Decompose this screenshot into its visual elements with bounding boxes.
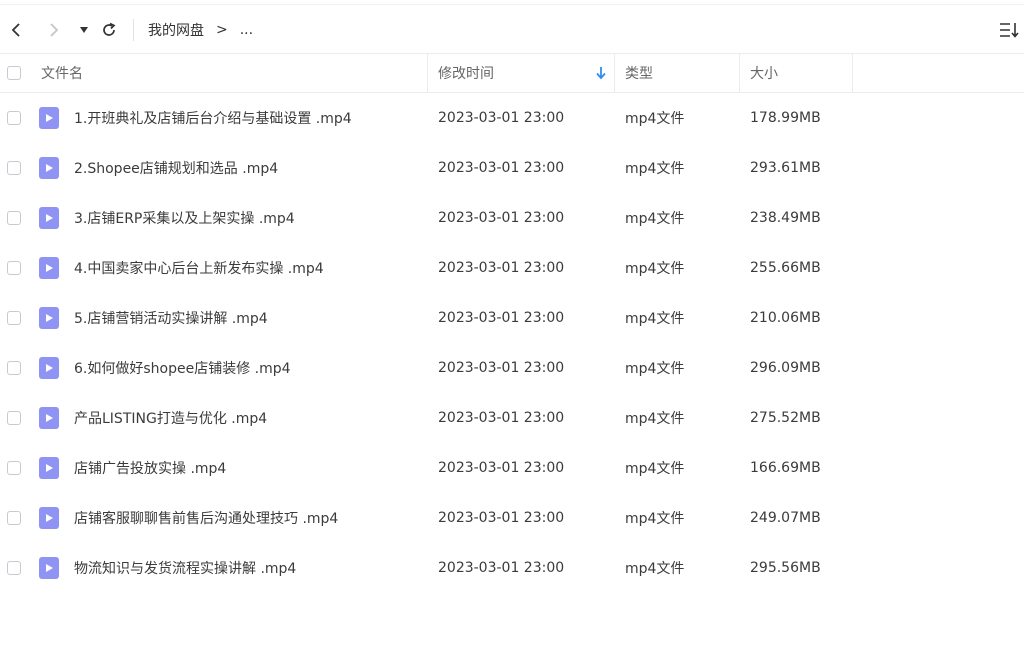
file-size: 255.66MB — [750, 260, 821, 276]
file-row[interactable]: 物流知识与发货流程实操讲解 .mp4 2023-03-01 23:00 mp4文件 2… — [0, 543, 1024, 593]
file-row[interactable]: 3.店铺ERP采集以及上架实操 .mp4 2023-03-01 23:00 mp4文… — [0, 193, 1024, 243]
row-checkbox[interactable] — [7, 493, 21, 543]
breadcrumb-root[interactable]: 我的网盘 — [148, 20, 204, 40]
video-file-icon — [39, 93, 59, 143]
file-size: 295.56MB — [750, 560, 821, 576]
file-name[interactable]: 物流知识与发货流程实操讲解 .mp4 — [74, 543, 296, 593]
file-modified-time: 2023-03-01 23:00 — [438, 360, 565, 376]
video-file-icon — [39, 493, 59, 543]
sort-desc-icon[interactable] — [595, 54, 607, 92]
file-row[interactable]: 店铺客服聊聊售前售后沟通处理技巧 .mp4 2023-03-01 23:00 mp4… — [0, 493, 1024, 543]
file-row[interactable]: 6.如何做好shopee店铺装修 .mp4 2023-03-01 23:00 mp4… — [0, 343, 1024, 393]
column-size[interactable]: 大小 — [750, 54, 778, 92]
column-modified[interactable]: 修改时间 — [438, 54, 494, 92]
breadcrumb-more[interactable]: ... — [240, 22, 253, 38]
caret-down-icon — [80, 27, 88, 33]
file-modified-time: 2023-03-01 23:00 — [438, 510, 565, 526]
column-name[interactable]: 文件名 — [41, 54, 83, 92]
toolbar: 我的网盘 > ... — [0, 4, 1024, 54]
file-modified-time: 2023-03-01 23:00 — [438, 310, 565, 326]
file-row[interactable]: 4.中国卖家中心后台上新发布实操 .mp4 2023-03-01 23:00 mp4… — [0, 243, 1024, 293]
file-row[interactable]: 1.开班典礼及店铺后台介绍与基础设置 .mp4 2023-03-01 23:00 m… — [0, 93, 1024, 143]
file-size: 210.06MB — [750, 310, 821, 326]
refresh-button[interactable] — [98, 5, 120, 55]
video-file-icon — [39, 193, 59, 243]
file-modified-time: 2023-03-01 23:00 — [438, 560, 565, 576]
video-file-icon — [39, 243, 59, 293]
select-all-checkbox[interactable] — [7, 54, 21, 92]
file-type: mp4文件 — [625, 311, 685, 327]
file-size: 238.49MB — [750, 210, 821, 226]
row-checkbox[interactable] — [7, 443, 21, 493]
toolbar-divider — [133, 19, 134, 41]
video-file-icon — [39, 293, 59, 343]
file-size: 178.99MB — [750, 110, 821, 126]
row-checkbox[interactable] — [7, 343, 21, 393]
file-type: mp4文件 — [625, 361, 685, 377]
file-modified-time: 2023-03-01 23:00 — [438, 160, 565, 176]
video-file-icon — [39, 343, 59, 393]
file-name[interactable]: 6.如何做好shopee店铺装修 .mp4 — [74, 343, 291, 393]
row-checkbox[interactable] — [7, 293, 21, 343]
file-modified-time: 2023-03-01 23:00 — [438, 260, 565, 276]
breadcrumb: 我的网盘 > ... — [148, 5, 265, 55]
file-row[interactable]: 2.Shopee店铺规划和选品 .mp4 2023-03-01 23:00 mp4文… — [0, 143, 1024, 193]
video-file-icon — [39, 143, 59, 193]
file-type: mp4文件 — [625, 261, 685, 277]
column-divider — [852, 54, 853, 92]
file-modified-time: 2023-03-01 23:00 — [438, 410, 565, 426]
column-type[interactable]: 类型 — [625, 54, 653, 92]
file-row[interactable]: 产品LISTING打造与优化 .mp4 2023-03-01 23:00 mp4文件… — [0, 393, 1024, 443]
history-dropdown-button[interactable] — [76, 5, 92, 55]
chevron-left-icon — [11, 23, 20, 37]
file-modified-time: 2023-03-01 23:00 — [438, 460, 565, 476]
row-checkbox[interactable] — [7, 543, 21, 593]
video-file-icon — [39, 443, 59, 493]
file-type: mp4文件 — [625, 461, 685, 477]
file-list: 1.开班典礼及店铺后台介绍与基础设置 .mp4 2023-03-01 23:00 m… — [0, 93, 1024, 593]
file-name[interactable]: 店铺客服聊聊售前售后沟通处理技巧 .mp4 — [74, 493, 338, 543]
breadcrumb-separator: > — [216, 22, 228, 38]
column-divider — [614, 54, 615, 92]
file-type: mp4文件 — [625, 211, 685, 227]
file-modified-time: 2023-03-01 23:00 — [438, 110, 565, 126]
back-button[interactable] — [4, 5, 28, 55]
video-file-icon — [39, 393, 59, 443]
file-list-header: 文件名 修改时间 类型 大小 — [0, 54, 1024, 93]
file-name[interactable]: 2.Shopee店铺规划和选品 .mp4 — [74, 143, 278, 193]
refresh-icon — [103, 22, 116, 36]
forward-button[interactable] — [42, 5, 66, 55]
file-row[interactable]: 5.店铺营销活动实操讲解 .mp4 2023-03-01 23:00 mp4文件 21… — [0, 293, 1024, 343]
file-type: mp4文件 — [625, 111, 685, 127]
file-row[interactable]: 店铺广告投放实操 .mp4 2023-03-01 23:00 mp4文件 166.69… — [0, 443, 1024, 493]
sort-view-button[interactable] — [996, 5, 1022, 55]
video-file-icon — [39, 543, 59, 593]
file-name[interactable]: 3.店铺ERP采集以及上架实操 .mp4 — [74, 193, 295, 243]
file-type: mp4文件 — [625, 411, 685, 427]
row-checkbox[interactable] — [7, 393, 21, 443]
file-type: mp4文件 — [625, 161, 685, 177]
file-name[interactable]: 店铺广告投放实操 .mp4 — [74, 443, 226, 493]
file-size: 249.07MB — [750, 510, 821, 526]
column-divider — [427, 54, 428, 92]
chevron-right-icon — [50, 23, 59, 37]
row-checkbox[interactable] — [7, 143, 21, 193]
file-size: 296.09MB — [750, 360, 821, 376]
file-name[interactable]: 1.开班典礼及店铺后台介绍与基础设置 .mp4 — [74, 93, 352, 143]
file-size: 293.61MB — [750, 160, 821, 176]
file-size: 275.52MB — [750, 410, 821, 426]
row-checkbox[interactable] — [7, 243, 21, 293]
file-type: mp4文件 — [625, 511, 685, 527]
column-divider — [739, 54, 740, 92]
file-size: 166.69MB — [750, 460, 821, 476]
file-name[interactable]: 4.中国卖家中心后台上新发布实操 .mp4 — [74, 243, 324, 293]
sort-list-icon — [1000, 23, 1019, 38]
file-modified-time: 2023-03-01 23:00 — [438, 210, 565, 226]
file-type: mp4文件 — [625, 561, 685, 577]
file-name[interactable]: 产品LISTING打造与优化 .mp4 — [74, 393, 267, 443]
row-checkbox[interactable] — [7, 93, 21, 143]
file-name[interactable]: 5.店铺营销活动实操讲解 .mp4 — [74, 293, 268, 343]
row-checkbox[interactable] — [7, 193, 21, 243]
